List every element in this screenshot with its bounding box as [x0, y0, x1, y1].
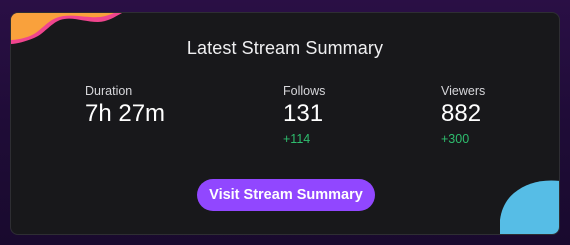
stat-duration-label: Duration [85, 84, 133, 98]
stat-viewers-label: Viewers [441, 84, 486, 98]
stat-follows-delta: +114 [283, 132, 311, 146]
stat-follows-value: 131 [283, 100, 324, 127]
stat-duration: Duration 7h 27m [85, 83, 165, 128]
stat-viewers-delta: +300 [441, 132, 470, 146]
card-title: Latest Stream Summary [186, 38, 384, 58]
stream-summary-card: Latest Stream Summary Duration 7h 27m Fo… [10, 12, 560, 235]
stat-follows: Follows 131 +114 [283, 83, 325, 147]
stat-viewers-value: 882 [441, 100, 482, 127]
visit-stream-summary-button[interactable]: Visit Stream Summary [197, 179, 375, 211]
stat-follows-label: Follows [283, 84, 326, 98]
decorative-corner-blob-bottom-right [500, 180, 559, 234]
stat-viewers: Viewers 882 +300 [441, 83, 485, 147]
stat-duration-value: 7h 27m [85, 100, 166, 127]
